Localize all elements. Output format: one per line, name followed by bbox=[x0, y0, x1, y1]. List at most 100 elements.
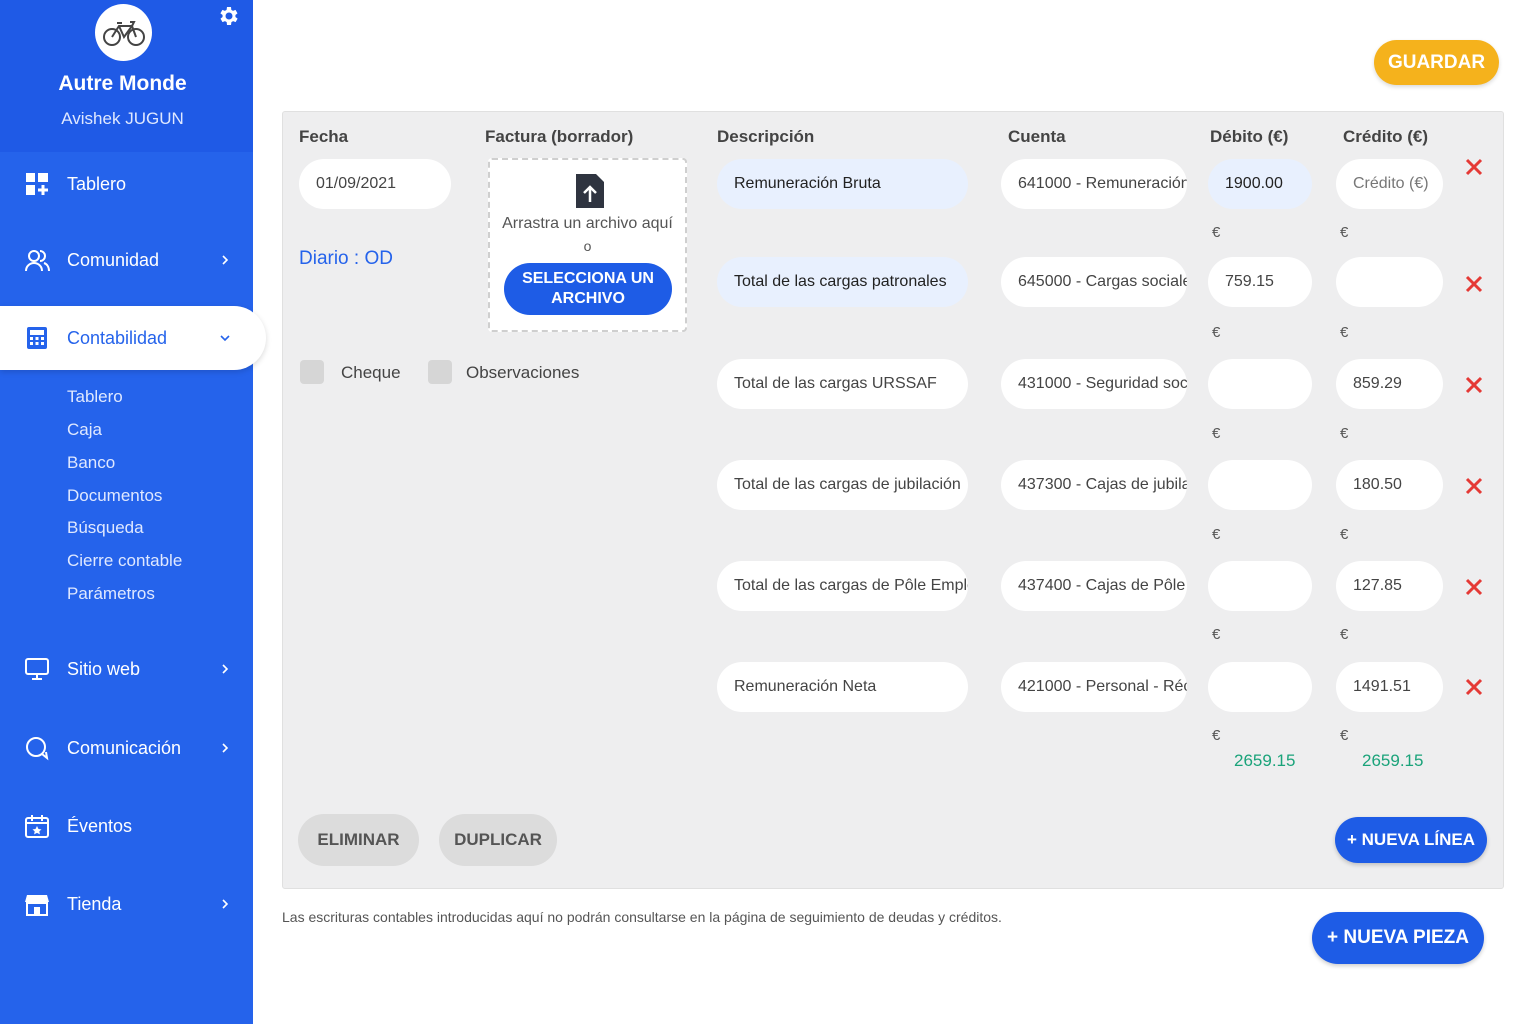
sidebar-item-label: Comunidad bbox=[67, 249, 160, 270]
delete-line-icon[interactable] bbox=[1464, 274, 1484, 294]
delete-line-icon[interactable] bbox=[1464, 677, 1484, 697]
line-description-input[interactable]: Total de las cargas URSSAF bbox=[717, 359, 968, 409]
chevron-down-icon bbox=[220, 335, 230, 342]
line-debit-input[interactable]: 1900.00 bbox=[1208, 159, 1312, 209]
sidebar-item-label: Tienda bbox=[67, 893, 122, 914]
chevron-right-icon bbox=[222, 743, 229, 753]
currency-label: € bbox=[1212, 727, 1221, 744]
line-account-select[interactable]: 437300 - Cajas de jubilación bbox=[1001, 460, 1187, 510]
total-credit: 2659.15 bbox=[1362, 751, 1424, 770]
line-debit-input[interactable]: 759.15 bbox=[1208, 257, 1312, 307]
duplicate-entry-button[interactable]: DUPLICAR bbox=[439, 814, 557, 866]
cheque-checkbox[interactable] bbox=[300, 360, 324, 384]
line-credit-input[interactable]: Crédito (€) bbox=[1336, 159, 1443, 209]
sidebar-item-sitio-web[interactable]: Sitio web bbox=[0, 641, 253, 697]
currency-label: € bbox=[1212, 224, 1221, 241]
currency-label: € bbox=[1340, 425, 1349, 442]
line-description-input[interactable]: Remuneración Bruta bbox=[717, 159, 968, 209]
bicycle-icon bbox=[102, 20, 145, 46]
subnav-banco[interactable]: Banco bbox=[67, 453, 115, 473]
line-debit-input[interactable] bbox=[1208, 460, 1312, 510]
chevron-right-icon bbox=[222, 899, 229, 909]
line-account-select[interactable]: 421000 - Personal - Réc bbox=[1001, 662, 1187, 712]
subnav-documentos[interactable]: Documentos bbox=[67, 486, 162, 506]
total-debit: 2659.15 bbox=[1234, 751, 1296, 770]
org-name: Autre Monde bbox=[58, 72, 187, 95]
sidebar-item-tienda[interactable]: Tienda bbox=[0, 876, 253, 932]
sidebar-item-tablero[interactable]: Tablero bbox=[0, 156, 253, 212]
sidebar-item-contabilidad[interactable]: Contabilidad bbox=[0, 306, 266, 370]
delete-line-icon[interactable] bbox=[1464, 476, 1484, 496]
store-icon bbox=[25, 895, 49, 916]
users-icon bbox=[25, 250, 50, 272]
gear-icon[interactable] bbox=[216, 4, 240, 28]
chevron-right-icon bbox=[222, 664, 229, 674]
subnav-busqueda[interactable]: Búsqueda bbox=[67, 518, 144, 538]
sidebar-item-label: Contabilidad bbox=[67, 327, 168, 348]
line-debit-input[interactable] bbox=[1208, 359, 1312, 409]
line-account-select[interactable]: 645000 - Cargas sociales bbox=[1001, 257, 1187, 307]
line-description-input[interactable]: Total de las cargas de jubilación bbox=[717, 460, 968, 510]
header-credito: Crédito (€) bbox=[1343, 127, 1428, 146]
sidebar-header: Autre Monde Avishek JUGUN bbox=[0, 0, 253, 152]
line-description-input[interactable]: Total de las cargas de Pôle Emploi bbox=[717, 561, 968, 611]
save-button[interactable]: GUARDAR bbox=[1374, 40, 1499, 85]
file-dropzone[interactable]: Arrastra un archivo aquí o SELECCIONA UN… bbox=[488, 158, 687, 332]
subnav-tablero[interactable]: Tablero bbox=[67, 387, 123, 407]
file-upload-icon bbox=[576, 174, 604, 208]
line-description-input[interactable]: Remuneración Neta bbox=[717, 662, 968, 712]
dashboard-icon bbox=[26, 173, 48, 195]
org-logo[interactable] bbox=[95, 4, 152, 61]
currency-label: € bbox=[1340, 626, 1349, 643]
delete-entry-button[interactable]: ELIMINAR bbox=[298, 814, 419, 866]
sidebar-item-comunidad[interactable]: Comunidad bbox=[0, 232, 253, 288]
dropzone-or: o bbox=[583, 238, 592, 254]
add-piece-button[interactable]: + NUEVA PIEZA bbox=[1312, 912, 1484, 964]
footnote: Las escrituras contables introducidas aq… bbox=[282, 909, 1002, 925]
sidebar-item-label: Tablero bbox=[67, 173, 127, 194]
currency-label: € bbox=[1340, 727, 1349, 744]
monitor-icon bbox=[25, 658, 49, 680]
line-account-select[interactable]: 641000 - Remuneración bbox=[1001, 159, 1187, 209]
line-debit-input[interactable] bbox=[1208, 561, 1312, 611]
delete-line-icon[interactable] bbox=[1464, 577, 1484, 597]
currency-label: € bbox=[1212, 626, 1221, 643]
line-account-select[interactable]: 431000 - Seguridad social bbox=[1001, 359, 1187, 409]
calendar-icon bbox=[25, 815, 49, 838]
sidebar-item-eventos[interactable]: Éventos bbox=[0, 798, 253, 854]
select-file-button[interactable]: SELECCIONA UN ARCHIVO bbox=[504, 263, 672, 315]
header-factura: Factura (borrador) bbox=[485, 127, 634, 146]
subnav-caja[interactable]: Caja bbox=[67, 420, 102, 440]
header-descripcion: Descripción bbox=[717, 127, 815, 146]
header-cuenta: Cuenta bbox=[1008, 127, 1066, 146]
header-debito: Débito (€) bbox=[1210, 127, 1289, 146]
dropzone-text: Arrastra un archivo aquí bbox=[502, 215, 673, 232]
line-credit-input[interactable]: 180.50 bbox=[1336, 460, 1443, 510]
line-credit-input[interactable]: 127.85 bbox=[1336, 561, 1443, 611]
delete-line-icon[interactable] bbox=[1464, 375, 1484, 395]
subnav-parametros[interactable]: Parámetros bbox=[67, 584, 155, 604]
line-credit-input[interactable]: 1491.51 bbox=[1336, 662, 1443, 712]
sidebar-item-label: Éventos bbox=[67, 815, 133, 836]
delete-line-icon[interactable] bbox=[1464, 157, 1484, 177]
line-description-input[interactable]: Total de las cargas patronales bbox=[717, 257, 968, 307]
subnav-cierre-contable[interactable]: Cierre contable bbox=[67, 551, 182, 571]
sidebar: Autre Monde Avishek JUGUN Tablero Comuni… bbox=[0, 0, 266, 1024]
cheque-label: Cheque bbox=[341, 363, 401, 382]
currency-label: € bbox=[1340, 324, 1349, 341]
currency-label: € bbox=[1212, 324, 1221, 341]
line-debit-input[interactable] bbox=[1208, 662, 1312, 712]
line-credit-input[interactable] bbox=[1336, 257, 1443, 307]
currency-label: € bbox=[1212, 526, 1221, 543]
observaciones-checkbox[interactable] bbox=[428, 360, 452, 384]
date-field[interactable]: 01/09/2021 bbox=[299, 159, 451, 209]
user-name: Avishek JUGUN bbox=[61, 109, 184, 128]
sidebar-item-comunicacion[interactable]: Comunicación bbox=[0, 720, 253, 776]
line-account-select[interactable]: 437400 - Cajas de Pôle bbox=[1001, 561, 1187, 611]
currency-label: € bbox=[1212, 425, 1221, 442]
diario-label[interactable]: Diario : OD bbox=[299, 248, 393, 270]
line-credit-input[interactable]: 859.29 bbox=[1336, 359, 1443, 409]
add-line-button[interactable]: + NUEVA LÍNEA bbox=[1335, 817, 1487, 863]
chevron-right-icon bbox=[222, 255, 229, 265]
chat-icon bbox=[26, 737, 49, 761]
